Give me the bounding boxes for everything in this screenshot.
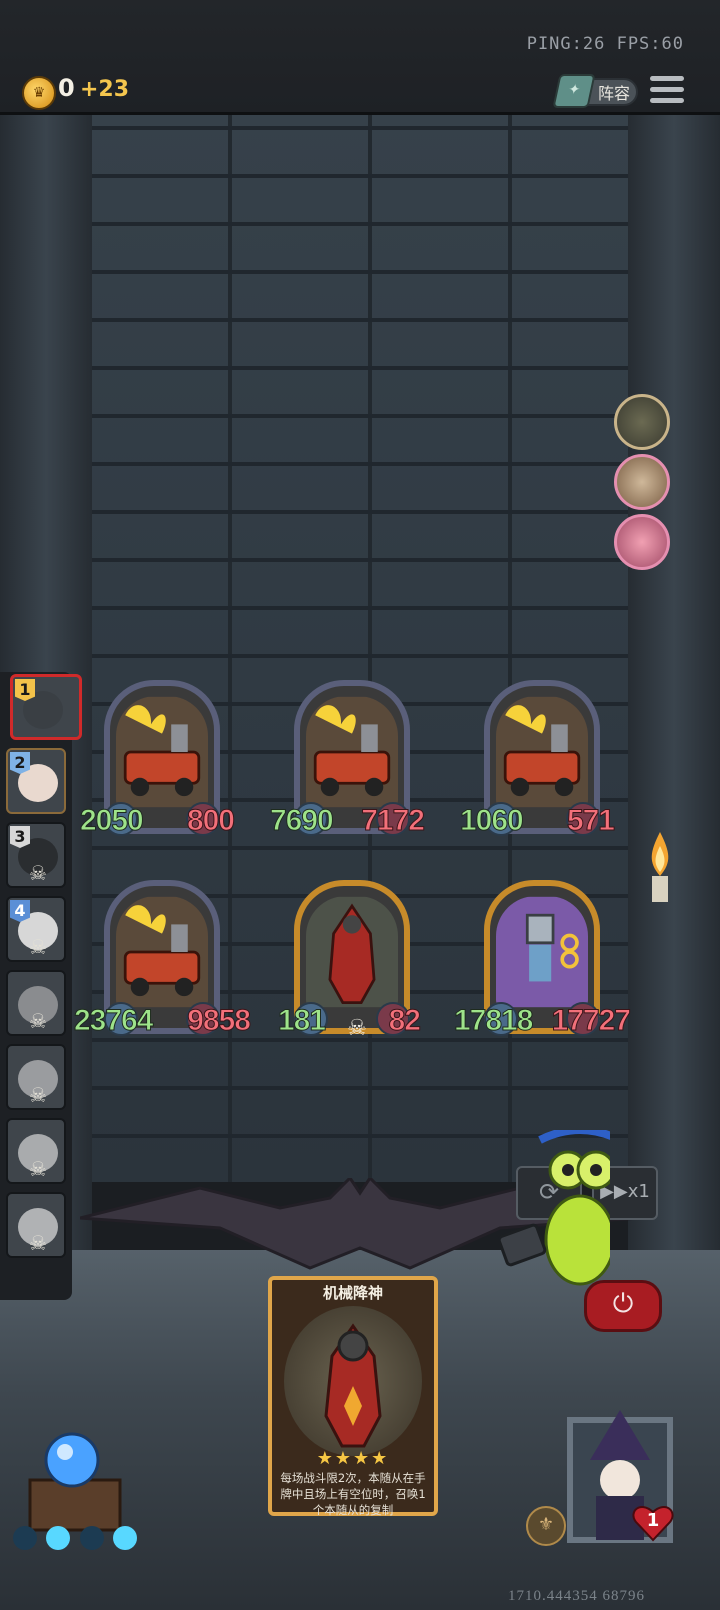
crystal-orb-icon: [13, 1432, 137, 1550]
robot-painter-art-icon: [496, 896, 588, 1008]
hand-card-description: 每场战斗限2次，本随从在手牌中且场上有空位时，召唤1个本随从的复制: [280, 1471, 426, 1517]
skull-icon: ☠: [29, 1157, 47, 1181]
side-portrait-ship[interactable]: [614, 454, 670, 510]
gold-income: +23: [80, 77, 130, 102]
lineup-label: 阵容: [597, 84, 630, 103]
menu-icon[interactable]: [650, 76, 684, 106]
skull-icon: ☠: [29, 1083, 47, 1107]
lineup-book-icon: ✦: [552, 74, 596, 108]
opponent-rank: 2: [10, 752, 30, 774]
opponent-slot[interactable]: 2: [6, 748, 66, 814]
minion-card[interactable]: 7690 7172: [270, 680, 425, 838]
minion-attack: 23764: [73, 1004, 153, 1038]
gold-amount: 0: [58, 74, 75, 102]
opponent-slot[interactable]: 4 ☠: [6, 896, 66, 962]
minion-card[interactable]: 23764 9858: [73, 880, 251, 1038]
skull-icon: ☠: [29, 1231, 47, 1255]
ping-fps-readout: PING:26 FPS:60: [526, 34, 684, 54]
right-pillar: [628, 112, 720, 1252]
opponent-slot[interactable]: ☠: [6, 1118, 66, 1184]
minion-card[interactable]: 17818 17727: [453, 880, 632, 1038]
power-button[interactable]: ⏻: [584, 1280, 662, 1332]
hand-card[interactable]: 机械降神 ★★★★ 每场战斗限2次，本随从在手牌中且场上有空位时，召唤1个本随从…: [268, 1276, 438, 1517]
minion-attack: 1060: [460, 804, 525, 838]
skull-icon: ☠: [29, 1009, 47, 1033]
minion-card[interactable]: 2050 800: [80, 680, 236, 838]
side-portrait-pink[interactable]: [614, 514, 670, 570]
hand-card-stars: ★★★★: [316, 1448, 390, 1469]
deathrattle-skull-icon: ☠: [347, 1016, 367, 1041]
minion-health: 9858: [187, 1004, 252, 1038]
frog-mascot-icon: [500, 1130, 610, 1286]
skull-icon: ☠: [29, 935, 47, 959]
fire-car-art-icon: [496, 696, 588, 808]
skull-icon: ☠: [29, 861, 47, 885]
hand-card-art: [284, 1306, 422, 1456]
minion-health: 82: [388, 1004, 421, 1038]
hand-card-title: 机械降神: [322, 1284, 383, 1302]
minion-attack: 181: [277, 1004, 326, 1038]
opponent-rank: 3: [10, 826, 30, 848]
mech-god-art-icon: [324, 1323, 382, 1448]
minion-health: 7172: [361, 804, 426, 838]
opponent-slot[interactable]: ☠: [6, 1044, 66, 1110]
opponent-rank: 1: [15, 679, 35, 701]
minion-card[interactable]: 1060 571: [460, 680, 616, 838]
opponent-slot[interactable]: ☠: [6, 970, 66, 1036]
minion-attack: 2050: [80, 804, 145, 838]
minion-health: 800: [186, 804, 235, 838]
side-portrait-mech[interactable]: [614, 394, 670, 450]
torch-icon: [651, 832, 669, 902]
mech-god-art-icon: [306, 896, 398, 1008]
opponent-rank: 4: [10, 900, 30, 922]
build-number: 1710.444354 68796: [508, 1588, 645, 1604]
hero-power-button[interactable]: ⚜: [526, 1506, 566, 1546]
opponent-slot[interactable]: ☠: [6, 1192, 66, 1258]
fire-car-art-icon: [306, 696, 398, 808]
minion-attack: 17818: [453, 1004, 533, 1038]
minion-attack: 7690: [270, 804, 335, 838]
hero-health: 1: [646, 1510, 660, 1531]
opponent-slot[interactable]: 3 ☠: [6, 822, 66, 888]
fire-car-art-icon: [116, 896, 208, 1008]
fire-car-art-icon: [116, 696, 208, 808]
minion-health: 17727: [551, 1004, 631, 1038]
opponent-slot[interactable]: 1: [10, 674, 82, 740]
gold-coin-icon: ♛: [22, 76, 56, 110]
minion-health: 571: [566, 804, 615, 838]
minion-card[interactable]: 181 82 ☠: [277, 880, 422, 1041]
